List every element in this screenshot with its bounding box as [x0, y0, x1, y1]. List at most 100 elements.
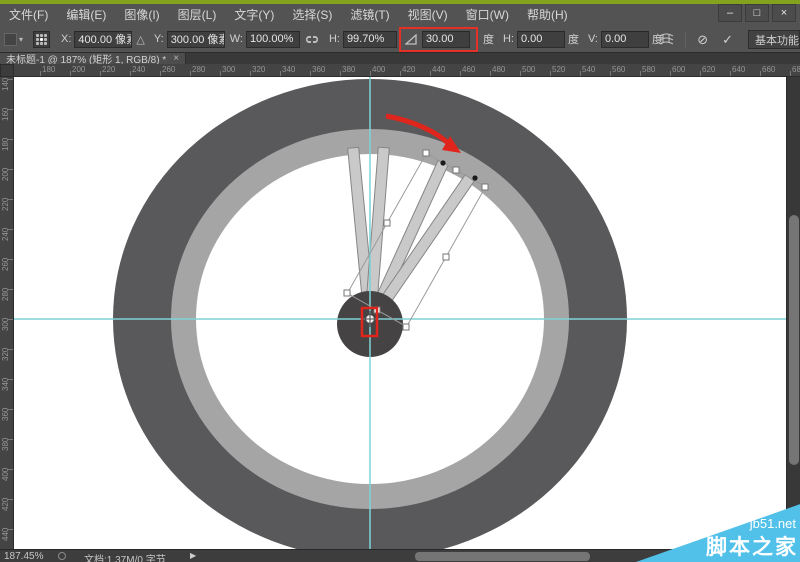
anchor-point[interactable] — [472, 175, 477, 180]
ruler-tick — [8, 349, 13, 350]
workspace-switcher-button[interactable]: 基本功能 — [748, 30, 800, 49]
watermark-name-text: 脚本之家 — [706, 531, 798, 561]
handle-top-mid[interactable] — [453, 167, 459, 173]
chevron-down-icon[interactable]: ▾ — [19, 35, 23, 44]
vskew-field[interactable]: 0.00 — [601, 31, 649, 48]
ruler-label: 340 — [282, 65, 295, 74]
ruler-tick — [370, 71, 371, 76]
ruler-tick — [8, 469, 13, 470]
window-controls: –□× — [718, 4, 796, 24]
menu-item[interactable]: 图层(L) — [169, 4, 226, 26]
ruler-tick — [8, 259, 13, 260]
handle-bottom-left[interactable] — [344, 290, 350, 296]
ruler-label: 240 — [132, 65, 145, 74]
ruler-tick — [8, 379, 13, 380]
document-tab-bar: 未标题-1 @ 187% (矩形 1, RGB/8) * × — [0, 53, 800, 64]
commit-transform-icon[interactable]: ✓ — [722, 32, 733, 48]
document-tab[interactable]: 未标题-1 @ 187% (矩形 1, RGB/8) * × — [0, 53, 186, 64]
ruler-tick — [8, 439, 13, 440]
link-dimensions-icon[interactable] — [305, 34, 319, 44]
photoshop-window: 文件(F)编辑(E)图像(I)图层(L)文字(Y)选择(S)滤镜(T)视图(V)… — [0, 0, 800, 562]
ruler-tick — [8, 289, 13, 290]
ruler-tick — [8, 499, 13, 500]
ruler-tick — [520, 71, 521, 76]
ruler-tick — [70, 71, 71, 76]
ruler-label: 420 — [402, 65, 415, 74]
menu-item[interactable]: 滤镜(T) — [341, 4, 398, 26]
reference-point-locator[interactable] — [33, 31, 50, 48]
tool-preset-icon[interactable] — [4, 33, 17, 46]
warp-mode-icon[interactable] — [659, 32, 674, 48]
vertical-scrollbar-thumb[interactable] — [789, 215, 799, 465]
ruler-tick — [400, 71, 401, 76]
vertical-scrollbar[interactable] — [786, 77, 800, 549]
menu-item[interactable]: 编辑(E) — [57, 4, 115, 26]
close-button[interactable]: × — [772, 4, 796, 22]
handle-mid-right[interactable] — [443, 254, 449, 260]
x-position-field[interactable]: 400.00 像素 — [74, 31, 132, 48]
handle-top-left[interactable] — [423, 150, 429, 156]
handle-bottom-right[interactable] — [403, 324, 409, 330]
menu-item[interactable]: 文件(F) — [0, 4, 57, 26]
anchor-point[interactable] — [440, 160, 445, 165]
document-size-info[interactable]: 文档:1.37M/0 字节 — [84, 551, 166, 562]
ruler-label: 500 — [522, 65, 535, 74]
hskew-field[interactable]: 0.00 — [517, 31, 565, 48]
ruler-tick — [310, 71, 311, 76]
cancel-transform-icon[interactable]: ⊘ — [697, 32, 708, 48]
relative-position-icon[interactable]: △ — [136, 33, 144, 46]
height-scale-field[interactable]: 99.70% — [343, 31, 397, 48]
ruler-tick — [130, 71, 131, 76]
horizontal-ruler[interactable]: 1802002202402602803003203403603804004204… — [14, 64, 800, 77]
rotate-angle-field[interactable]: 30.00 — [422, 31, 470, 48]
ruler-tick — [790, 71, 791, 76]
ruler-label: 440 — [432, 65, 445, 74]
ruler-label: 220 — [102, 65, 115, 74]
ruler-tick — [550, 71, 551, 76]
ruler-tick — [8, 109, 13, 110]
hskew-unit-label: 度 — [568, 31, 579, 47]
handle-top-right[interactable] — [482, 184, 488, 190]
options-bar-right: ⊘ ✓ 基本功能 — [652, 26, 800, 53]
menu-item[interactable]: 视图(V) — [399, 4, 457, 26]
vskew-label: V: — [588, 33, 598, 45]
menu-item[interactable]: 图像(I) — [115, 4, 168, 26]
ruler-label: 520 — [552, 65, 565, 74]
menu-item[interactable]: 文字(Y) — [225, 4, 283, 26]
ruler-label: 200 — [72, 65, 85, 74]
handle-mid-left[interactable] — [384, 220, 390, 226]
ruler-tick — [8, 409, 13, 410]
angle-highlight-box: 30.00 — [399, 27, 478, 52]
ruler-tick — [760, 71, 761, 76]
x-label: X: — [61, 33, 71, 45]
vertical-ruler[interactable]: 1401601802002202402602803003203403603804… — [0, 77, 14, 549]
ruler-corner[interactable] — [0, 64, 14, 77]
ruler-label: 180 — [42, 65, 55, 74]
ruler-label: 320 — [252, 65, 265, 74]
ruler-label: 460 — [462, 65, 475, 74]
ruler-label: 360 — [312, 65, 325, 74]
ruler-tick — [340, 71, 341, 76]
ruler-tick — [40, 71, 41, 76]
y-position-field[interactable]: 300.00 像素 — [167, 31, 225, 48]
menu-item[interactable]: 选择(S) — [283, 4, 341, 26]
canvas-artwork — [14, 77, 786, 549]
horizontal-scrollbar-thumb[interactable] — [415, 552, 590, 561]
status-arrow-icon[interactable]: ▶ — [190, 551, 196, 560]
menu-item[interactable]: 窗口(W) — [457, 4, 518, 26]
ruler-tick — [640, 71, 641, 76]
ruler-label: 380 — [342, 65, 355, 74]
ruler-label: 660 — [762, 65, 775, 74]
ruler-tick — [8, 139, 13, 140]
ruler-label: 680 — [792, 65, 800, 74]
maximize-button[interactable]: □ — [745, 4, 769, 22]
separator — [685, 31, 686, 49]
minimize-button[interactable]: – — [718, 4, 742, 22]
zoom-level-field[interactable]: 187.45% — [4, 551, 43, 562]
menu-item[interactable]: 帮助(H) — [518, 4, 577, 26]
width-scale-field[interactable]: 100.00% — [246, 31, 300, 48]
rotate-angle-icon — [405, 34, 418, 45]
y-label: Y: — [154, 33, 164, 45]
tab-close-icon[interactable]: × — [173, 53, 179, 64]
document-canvas[interactable] — [14, 77, 786, 549]
